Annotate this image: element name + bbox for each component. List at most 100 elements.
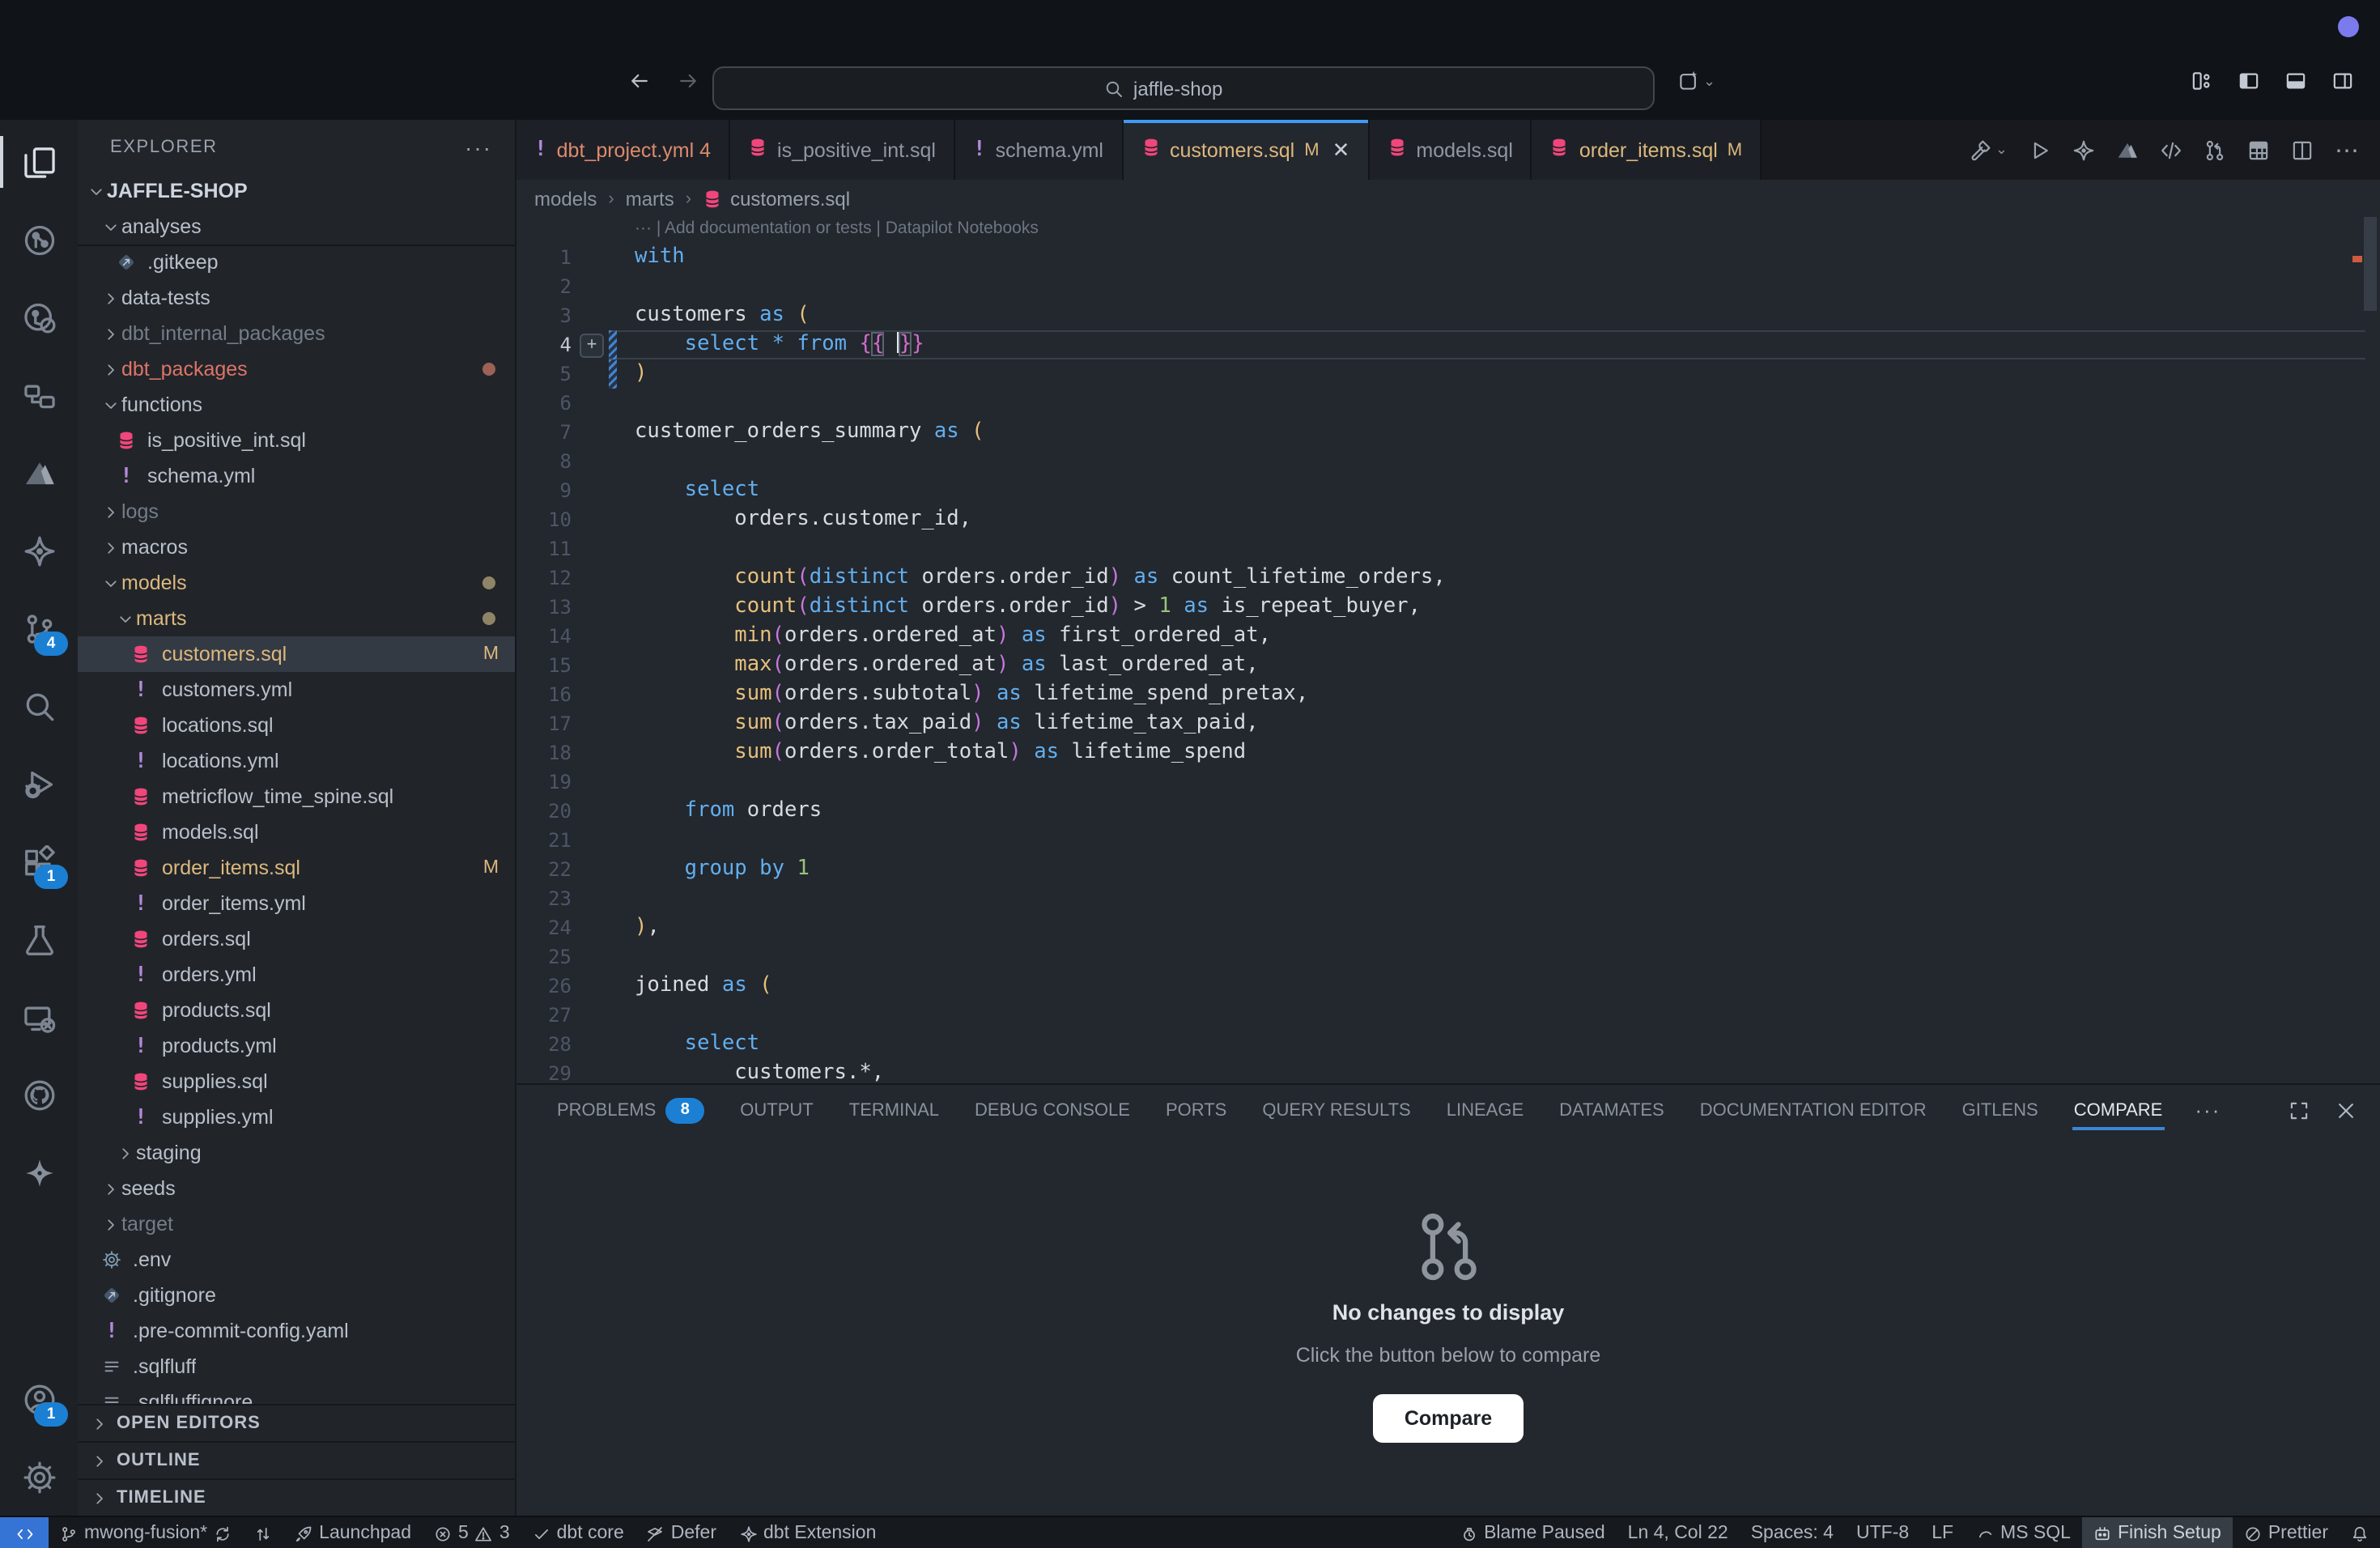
breadcrumb[interactable]: models›marts›customers.sql	[516, 180, 2380, 217]
code-line-26[interactable]: 26joined as (	[516, 972, 2380, 1001]
code-editor[interactable]: ··· | Add documentation or tests | Datap…	[516, 217, 2380, 1083]
breadcrumb-marts[interactable]: marts	[626, 187, 674, 210]
tree-item-pre-commit-config-yaml[interactable]: !.pre-commit-config.yaml	[78, 1313, 515, 1349]
tree-item-models-sql[interactable]: models.sql	[78, 814, 515, 850]
tree-item-order-items-yml[interactable]: !order_items.yml	[78, 886, 515, 921]
tree-item-sqlfluffignore[interactable]: .sqlfluffignore	[78, 1384, 515, 1404]
code-line-10[interactable]: 10 orders.customer_id,	[516, 505, 2380, 534]
search-input[interactable]	[1133, 77, 1263, 100]
code-line-11[interactable]: 11	[516, 534, 2380, 563]
tree-item-supplies-sql[interactable]: supplies.sql	[78, 1064, 515, 1099]
status-finish-setup[interactable]: Finish Setup	[2082, 1517, 2233, 1548]
code-line-2[interactable]: 2	[516, 272, 2380, 301]
tree-item-logs[interactable]: logs	[78, 494, 515, 529]
code-line-25[interactable]: 25	[516, 942, 2380, 972]
tree-item-seeds[interactable]: seeds	[78, 1171, 515, 1206]
tree-item-macros[interactable]: macros	[78, 529, 515, 565]
status-cursor-position[interactable]: Ln 4, Col 22	[1617, 1517, 1740, 1548]
split-icon[interactable]	[2291, 138, 2314, 161]
editor-scrollbar[interactable]	[2364, 217, 2377, 311]
code-line-22[interactable]: 22 group by 1	[516, 855, 2380, 884]
panel-bottom-icon[interactable]	[2284, 70, 2307, 92]
tree-item-supplies-yml[interactable]: !supplies.yml	[78, 1099, 515, 1135]
code-line-14[interactable]: 14 min(orders.ordered_at) as first_order…	[516, 622, 2380, 651]
code-line-6[interactable]: 6	[516, 389, 2380, 418]
panel-more-tabs[interactable]: ···	[2180, 1098, 2235, 1122]
mountain-icon[interactable]	[2116, 138, 2139, 161]
status-indentation[interactable]: Spaces: 4	[1740, 1517, 1845, 1548]
panel-tab-ports[interactable]: PORTS	[1148, 1085, 1244, 1135]
status-dbt-extension[interactable]: dbt Extension	[728, 1517, 887, 1548]
panel-tab-documentation-editor[interactable]: DOCUMENTATION EDITOR	[1682, 1085, 1944, 1135]
activitybar-flowchart-view[interactable]	[0, 356, 78, 434]
panel-tab-debug-console[interactable]: DEBUG CONSOLE	[957, 1085, 1148, 1135]
section-open-editors[interactable]: OPEN EDITORS	[78, 1406, 515, 1441]
tree-item-functions[interactable]: functions	[78, 387, 515, 423]
maximize-panel-icon[interactable]	[2288, 1099, 2310, 1121]
status-blame[interactable]: Blame Paused	[1448, 1517, 1617, 1548]
panel-tab-compare[interactable]: COMPARE	[2056, 1085, 2181, 1135]
breadcrumb-file[interactable]: customers.sql	[703, 187, 850, 210]
codelens-actions[interactable]: ··· | Add documentation or tests | Datap…	[635, 219, 1039, 238]
hammer-icon[interactable]	[1970, 138, 1992, 161]
tab-customers-sql[interactable]: customers.sqlM✕	[1123, 120, 1369, 180]
forward-arrow-icon[interactable]	[677, 70, 699, 92]
activitybar-extensions[interactable]: 1	[0, 823, 78, 900]
activitybar-testing[interactable]	[0, 900, 78, 978]
activitybar-lineage-view[interactable]	[0, 279, 78, 356]
code-icon[interactable]	[2160, 138, 2182, 161]
activitybar-dbt[interactable]	[0, 1133, 78, 1211]
panel-tab-gitlens[interactable]: GITLENS	[1944, 1085, 2056, 1135]
status-eol[interactable]: LF	[1920, 1517, 1965, 1548]
activitybar-altimate[interactable]	[0, 434, 78, 512]
tree-item-gitkeep[interactable]: .gitkeep	[78, 245, 515, 280]
pr-icon[interactable]	[2204, 138, 2226, 161]
tree-item-env[interactable]: .env	[78, 1242, 515, 1278]
panel-tab-lineage[interactable]: LINEAGE	[1429, 1085, 1541, 1135]
tab-schema-yml[interactable]: !schema.yml	[955, 120, 1123, 180]
status-remote[interactable]	[0, 1517, 49, 1548]
code-line-19[interactable]: 19	[516, 768, 2380, 797]
status-notifications[interactable]	[2340, 1517, 2380, 1548]
code-line-27[interactable]: 27	[516, 1001, 2380, 1030]
tree-item-locations-sql[interactable]: locations.sql	[78, 708, 515, 743]
tab-order-items-sql[interactable]: order_items.sqlM	[1532, 120, 1762, 180]
tree-item-jaffle-shop[interactable]: JAFFLE-SHOP	[78, 173, 515, 209]
activitybar-settings[interactable]	[0, 1438, 78, 1516]
tree-item-orders-sql[interactable]: orders.sql	[78, 921, 515, 957]
compare-button[interactable]: Compare	[1374, 1393, 1523, 1442]
code-line-12[interactable]: 12 count(distinct orders.order_id) as co…	[516, 563, 2380, 593]
tree-item-customers-sql[interactable]: customers.sqlM	[78, 636, 515, 672]
code-line-20[interactable]: 20 from orders	[516, 797, 2380, 826]
panel-tab-problems[interactable]: PROBLEMS8	[539, 1085, 722, 1135]
tree-item-dbt-packages[interactable]: dbt_packages	[78, 351, 515, 387]
activitybar-accounts[interactable]: 1	[0, 1360, 78, 1438]
panel-right-icon[interactable]	[2331, 70, 2354, 92]
tree-item-schema-yml[interactable]: !schema.yml	[78, 458, 515, 494]
section-timeline[interactable]: TIMELINE	[78, 1478, 515, 1516]
code-line-15[interactable]: 15 max(orders.ordered_at) as last_ordere…	[516, 651, 2380, 680]
code-line-1[interactable]: 1with	[516, 243, 2380, 272]
play-icon[interactable]	[2029, 138, 2051, 161]
status-problems[interactable]: 53	[423, 1517, 521, 1548]
activitybar-github[interactable]	[0, 1056, 78, 1133]
status-compare-changes[interactable]	[243, 1517, 283, 1548]
code-line-18[interactable]: 18 sum(orders.order_total) as lifetime_s…	[516, 738, 2380, 768]
tab-dbt-project-yml[interactable]: !dbt_project.yml 4	[516, 120, 730, 180]
tree-item-order-items-sql[interactable]: order_items.sqlM	[78, 850, 515, 886]
code-line-23[interactable]: 23	[516, 884, 2380, 913]
activitybar-search[interactable]	[0, 667, 78, 745]
command-center-search[interactable]	[712, 66, 1655, 110]
tree-item-is-positive-int-sql[interactable]: is_positive_int.sql	[78, 423, 515, 458]
status-branch[interactable]: mwong-fusion*	[49, 1517, 243, 1548]
back-arrow-icon[interactable]	[628, 70, 651, 92]
panel-tab-terminal[interactable]: TERMINAL	[831, 1085, 957, 1135]
code-line-16[interactable]: 16 sum(orders.subtotal) as lifetime_spen…	[516, 680, 2380, 709]
tree-item-products-sql[interactable]: products.sql	[78, 993, 515, 1028]
code-line-8[interactable]: 8	[516, 447, 2380, 476]
panel-left-icon[interactable]	[2238, 70, 2260, 92]
tree-item-staging[interactable]: staging	[78, 1135, 515, 1171]
activitybar-explorer[interactable]	[0, 123, 78, 201]
status-language-mode[interactable]: MS SQL	[1965, 1517, 2082, 1548]
tree-item-customers-yml[interactable]: !customers.yml	[78, 672, 515, 708]
